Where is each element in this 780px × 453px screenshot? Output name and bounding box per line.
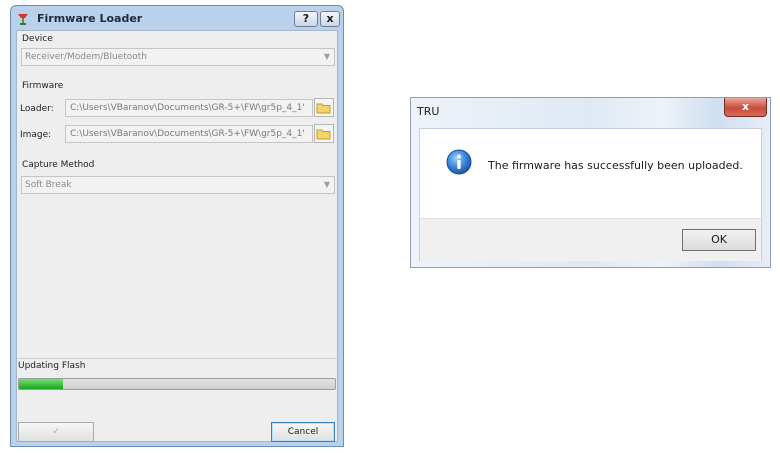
help-button[interactable]: ? <box>294 11 318 27</box>
tru-dialog-window: TRU x The firmware has successfully been… <box>410 97 771 268</box>
device-label: Device <box>22 34 53 44</box>
chevron-down-icon: ▼ <box>323 180 330 189</box>
folder-icon <box>316 103 331 114</box>
image-path-field[interactable]: C:\Users\VBaranov\Documents\GR-5+\FW\gr5… <box>65 125 313 143</box>
dialog-close-button[interactable]: x <box>724 98 767 117</box>
browse-loader-button[interactable] <box>314 98 334 117</box>
firmware-loader-window: Firmware Loader ? x Device Receiver/Mode… <box>10 5 344 447</box>
capture-method-label: Capture Method <box>22 160 95 170</box>
dialog-body: The firmware has successfully been uploa… <box>419 128 762 261</box>
ok-button[interactable]: OK <box>682 229 756 251</box>
image-label: Image: <box>20 130 52 140</box>
window-client-area: Device Receiver/Modem/Bluetooth ▼ Firmwa… <box>16 30 338 442</box>
dialog-title: TRU <box>417 105 440 118</box>
close-button[interactable]: x <box>320 11 340 27</box>
status-label: Updating Flash <box>18 361 86 371</box>
loader-label: Loader: <box>20 104 54 114</box>
divider <box>17 358 337 359</box>
device-select[interactable]: Receiver/Modem/Bluetooth ▼ <box>21 48 335 66</box>
firmware-loader-app-icon <box>18 14 28 25</box>
device-select-value: Receiver/Modem/Bluetooth <box>25 52 147 62</box>
progress-bar <box>18 378 336 390</box>
loader-path-field[interactable]: C:\Users\VBaranov\Documents\GR-5+\FW\gr5… <box>65 99 313 117</box>
capture-method-value: Soft Break <box>25 180 72 190</box>
progress-fill <box>19 379 63 389</box>
browse-image-button[interactable] <box>314 124 334 143</box>
start-button[interactable]: ✓ <box>18 422 94 442</box>
firmware-group-label: Firmware <box>22 81 64 91</box>
window-title: Firmware Loader <box>37 12 143 25</box>
capture-method-select[interactable]: Soft Break ▼ <box>21 176 335 194</box>
dialog-message: The firmware has successfully been uploa… <box>488 159 743 172</box>
folder-icon <box>316 129 331 140</box>
chevron-down-icon: ▼ <box>323 52 330 61</box>
checkmark-icon: ✓ <box>52 427 60 437</box>
info-icon <box>446 149 472 175</box>
title-bar[interactable]: Firmware Loader ? x <box>11 6 343 33</box>
cancel-button[interactable]: Cancel <box>271 422 335 442</box>
